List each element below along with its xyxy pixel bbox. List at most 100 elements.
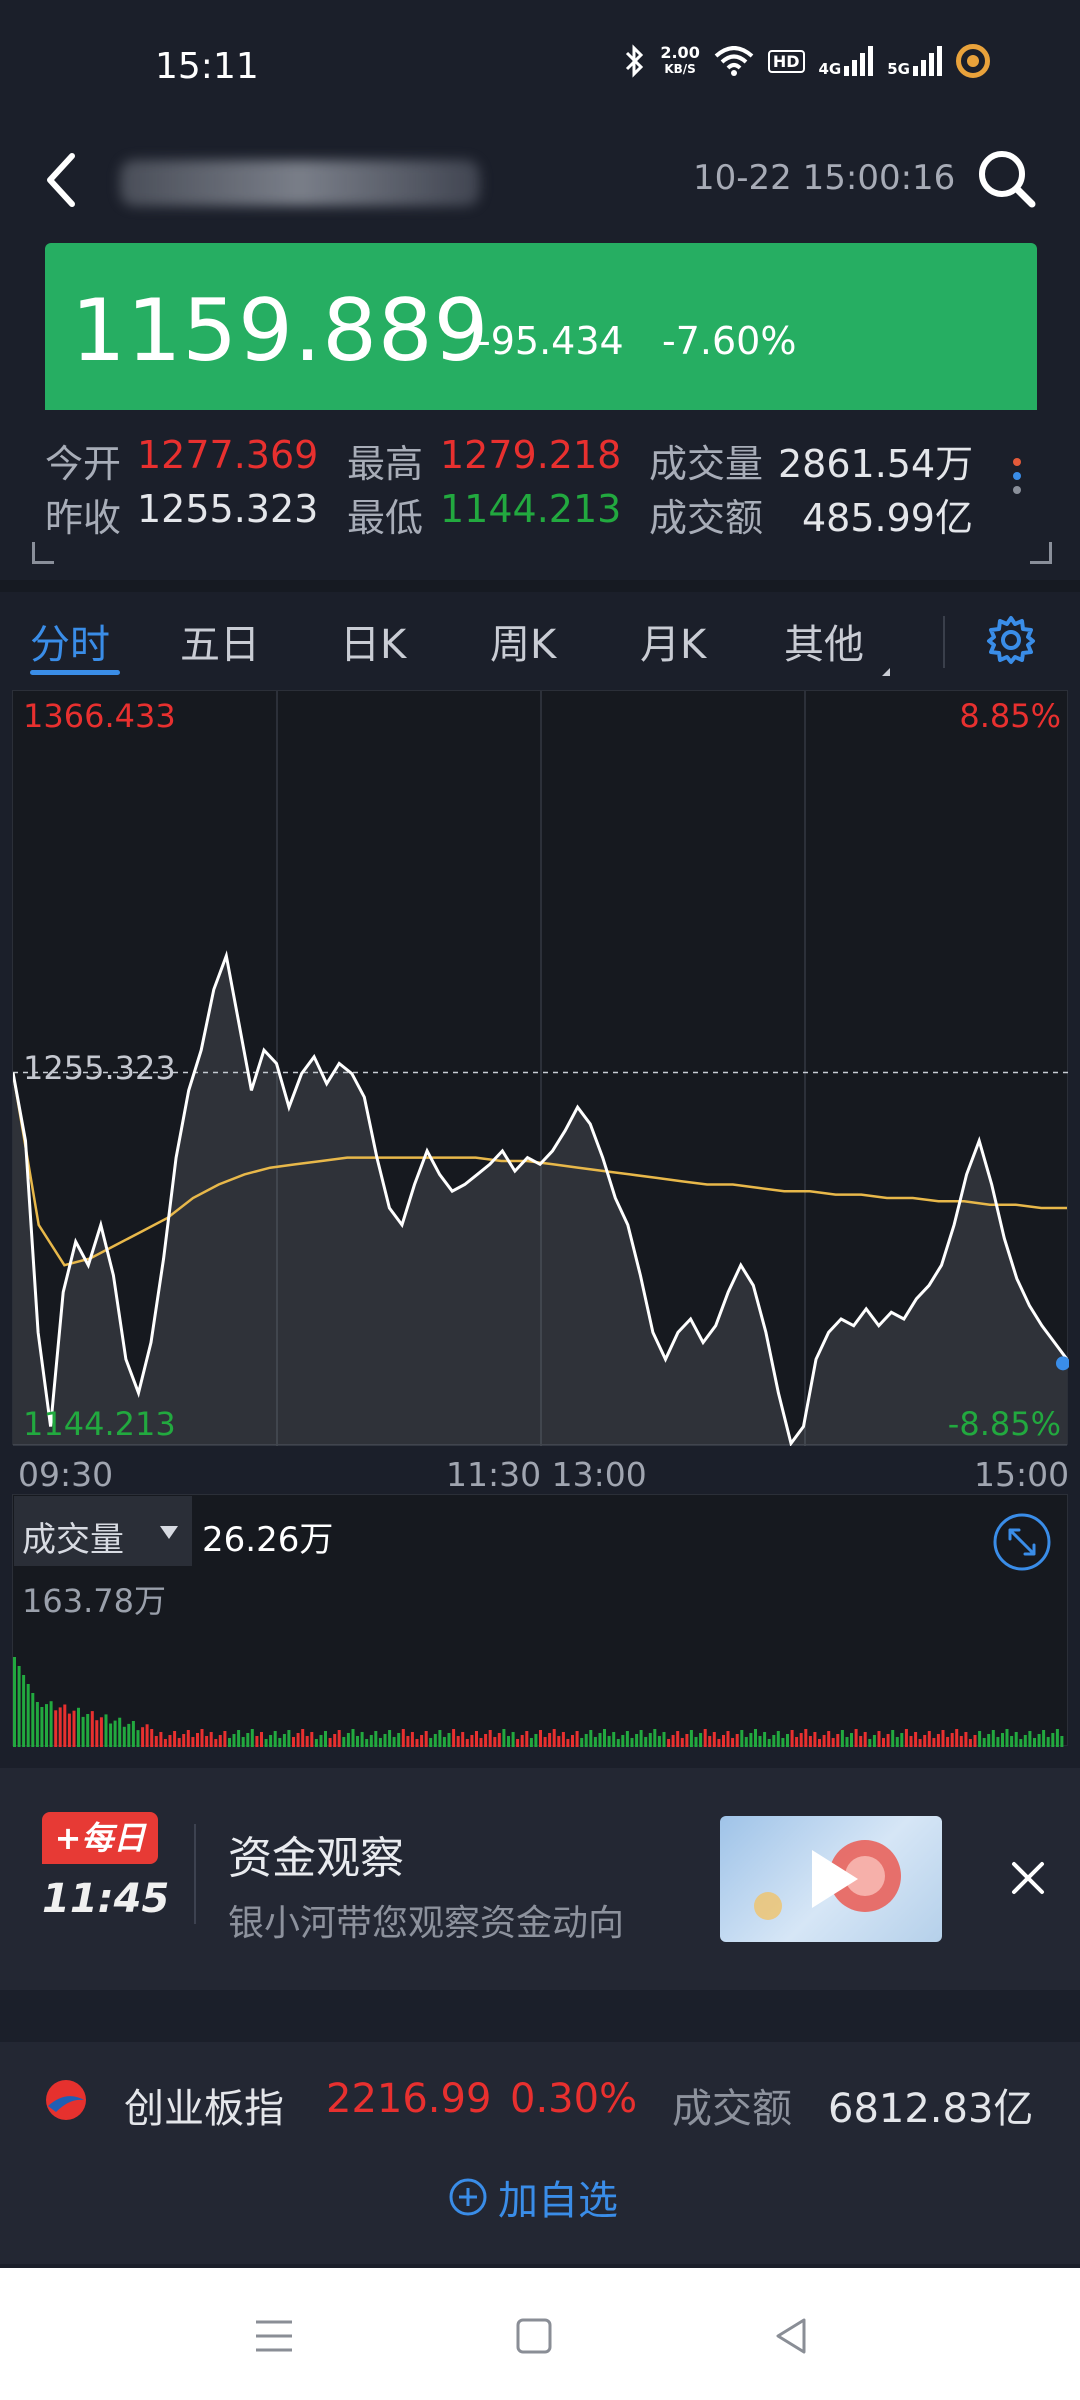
volume-bar: [552, 1729, 556, 1747]
volume-bar: [657, 1736, 661, 1747]
ad-banner[interactable]: +每日 11:45 资金观察 银小河带您观察资金动向: [0, 1768, 1080, 1990]
plus-circle-icon: [449, 2178, 487, 2216]
quote-stats[interactable]: 今开 1277.369 最高 1279.218 成交量 2861.54万 昨收 …: [45, 425, 1035, 545]
expand-icon[interactable]: [991, 1511, 1053, 1573]
tab-weekly-k[interactable]: 周K: [490, 612, 556, 670]
volume-bar: [305, 1736, 309, 1747]
volume-bar: [639, 1730, 643, 1747]
volume-bar: [946, 1737, 950, 1747]
volume-bar: [67, 1713, 71, 1747]
tab-monthly-k[interactable]: 月K: [640, 612, 706, 670]
home-square-icon[interactable]: [512, 2314, 556, 2358]
volume-bar: [45, 1704, 48, 1747]
y-axis-min-label: 1144.213: [23, 1405, 176, 1443]
volume-bar: [648, 1733, 652, 1747]
volume-bar: [525, 1731, 529, 1747]
add-watchlist-button[interactable]: 加自选: [448, 2168, 618, 2226]
volume-bar: [301, 1729, 305, 1747]
gear-icon[interactable]: [985, 614, 1037, 666]
volume-bar: [237, 1730, 241, 1747]
tab-other-caret-icon: [882, 660, 890, 676]
volume-bar: [292, 1737, 295, 1747]
volume-bar: [81, 1716, 85, 1747]
back-arrow-icon[interactable]: [38, 150, 88, 210]
section-gap: [0, 1990, 1080, 2042]
volume-bar: [758, 1736, 762, 1747]
volume-bar: [118, 1717, 122, 1747]
volume-bar: [269, 1735, 273, 1747]
volume-bar: [109, 1723, 113, 1747]
intraday-chart[interactable]: 1366.433 8.85% 1255.323 1144.213 -8.85%: [12, 690, 1069, 1446]
volume-bar: [150, 1729, 154, 1747]
volume-indicator-label: 成交量: [22, 1520, 124, 1560]
volume-bar: [141, 1727, 145, 1747]
tab-other[interactable]: 其他: [784, 612, 864, 670]
volume-bar: [433, 1734, 437, 1747]
ad-thumbnail[interactable]: [720, 1816, 942, 1942]
volume-bar: [255, 1736, 259, 1747]
volume-bar: [104, 1714, 108, 1747]
close-icon[interactable]: [1008, 1858, 1048, 1898]
volume-bar: [964, 1732, 968, 1747]
volume-bar: [799, 1733, 803, 1747]
volume-bar: [754, 1729, 757, 1747]
volume-bar: [250, 1729, 254, 1747]
volume-bar: [968, 1739, 972, 1747]
tab-divider: [943, 616, 945, 668]
volume-bar: [904, 1729, 908, 1747]
volume-bar: [571, 1735, 574, 1747]
tab-daily-k[interactable]: 日K: [340, 612, 406, 670]
volume-bar: [740, 1730, 744, 1747]
volume-bar: [383, 1734, 387, 1747]
volume-bar: [122, 1726, 126, 1747]
back-triangle-icon[interactable]: [770, 2314, 814, 2358]
volume-bar: [314, 1739, 318, 1747]
volume-bar: [561, 1732, 565, 1747]
volume-bar: [667, 1739, 671, 1747]
volume-bar: [731, 1738, 735, 1747]
network-speed: 2.00 KB/S: [660, 43, 700, 77]
ticker-name: 创业板指: [124, 2086, 284, 2132]
page-title-blurred: [120, 160, 480, 206]
volume-bar: [914, 1732, 918, 1747]
tab-intraday[interactable]: 分时: [30, 612, 110, 670]
volume-bar: [163, 1739, 167, 1747]
volume-bar: [886, 1734, 890, 1747]
volume-bar: [539, 1730, 542, 1747]
volume-bar: [177, 1738, 181, 1747]
ticker-prev-row-partial: [0, 2042, 1080, 2052]
volume-bar: [630, 1738, 634, 1747]
volume-bar: [497, 1733, 501, 1747]
tab-five-day[interactable]: 五日: [180, 612, 260, 670]
ticker-amount: 6812.83亿: [828, 2086, 1034, 2132]
prev-close-value: 1255.323: [137, 487, 319, 531]
volume-bar: [726, 1731, 730, 1747]
menu-icon[interactable]: [252, 2314, 296, 2358]
volume-label: 成交量: [649, 442, 764, 486]
ad-divider: [194, 1824, 196, 1924]
volume-bar: [388, 1730, 392, 1747]
battery-ring-icon: [956, 44, 990, 78]
volume-bar: [959, 1736, 963, 1747]
volume-bar: [786, 1734, 789, 1747]
volume-bar: [342, 1737, 346, 1747]
volume-bar: [337, 1730, 341, 1747]
ticker-pct: 0.30%: [510, 2076, 638, 2122]
volume-bar: [13, 1657, 16, 1747]
volume-bar: [360, 1732, 364, 1747]
volume-bar: [831, 1738, 835, 1747]
index-ticker[interactable]: 创业板指 2216.99 0.30% 成交额 6812.83亿 加自选: [0, 2042, 1080, 2264]
search-icon[interactable]: [974, 146, 1038, 210]
volume-bar: [365, 1739, 369, 1747]
ticker-row[interactable]: 创业板指 2216.99 0.30% 成交额 6812.83亿: [0, 2062, 1080, 2132]
volume-bar: [214, 1739, 218, 1747]
volume-bar: [607, 1736, 611, 1747]
volume-bar: [712, 1732, 716, 1747]
more-dots-icon[interactable]: [1012, 452, 1022, 512]
volume-bar: [191, 1737, 195, 1747]
volume-bar: [722, 1735, 725, 1747]
volume-bar: [406, 1736, 410, 1747]
volume-bar: [1037, 1734, 1041, 1747]
volume-bar: [991, 1730, 995, 1747]
volume-bar: [49, 1701, 53, 1747]
